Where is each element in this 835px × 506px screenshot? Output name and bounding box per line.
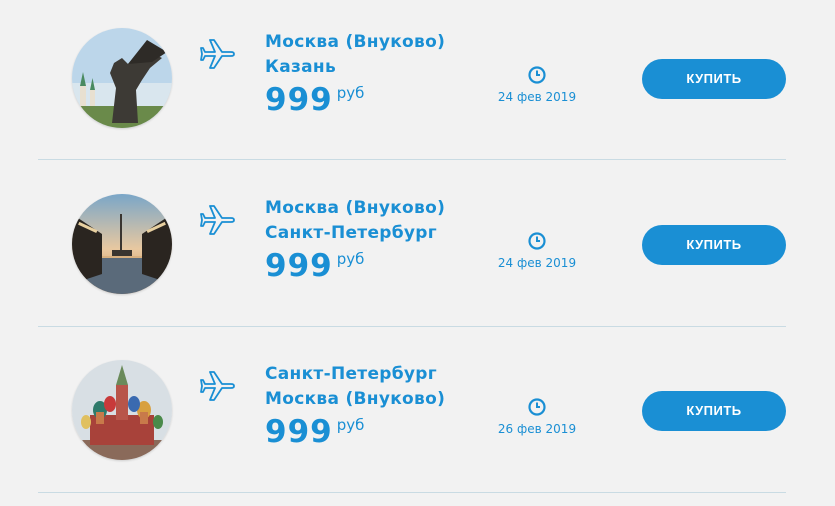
flight-date: 24 фев 2019 <box>497 90 577 104</box>
price-value: 999 <box>265 414 333 450</box>
route-to: Москва (Внуково) <box>265 389 446 409</box>
offer-row: Москва (Внуково) Санкт-Петербург 999 руб … <box>0 166 835 332</box>
buy-button[interactable]: КУПИТЬ <box>642 59 786 99</box>
offer-row: Санкт-Петербург Москва (Внуково) 999 руб … <box>0 332 835 498</box>
plane-icon <box>200 371 235 401</box>
buy-button[interactable]: КУПИТЬ <box>642 391 786 431</box>
route: Москва (Внуково) Санкт-Петербург <box>265 196 445 246</box>
kazan-zilant-photo <box>72 28 172 128</box>
clock-icon <box>528 232 546 250</box>
price-value: 999 <box>265 248 333 284</box>
route-from: Санкт-Петербург <box>265 364 437 384</box>
flight-date: 24 фев 2019 <box>497 256 577 270</box>
price: 999 руб <box>265 82 364 118</box>
divider <box>38 159 786 160</box>
price-currency: руб <box>336 84 365 102</box>
price-currency: руб <box>336 416 365 434</box>
plane-icon <box>200 39 235 69</box>
offer-row: Москва (Внуково) Казань 999 руб 24 фев 20… <box>0 0 835 166</box>
price: 999 руб <box>265 414 364 450</box>
flight-date: 26 фев 2019 <box>497 422 577 436</box>
clock-icon <box>528 66 546 84</box>
moscow-st-basil-photo <box>72 360 172 460</box>
route: Москва (Внуково) Казань <box>265 30 445 80</box>
route: Санкт-Петербург Москва (Внуково) <box>265 362 445 412</box>
clock-icon <box>528 398 546 416</box>
divider <box>38 326 786 327</box>
route-from: Москва (Внуково) <box>265 198 446 218</box>
route-to: Казань <box>265 57 337 77</box>
price-currency: руб <box>336 250 365 268</box>
route-from: Москва (Внуково) <box>265 32 446 52</box>
route-to: Санкт-Петербург <box>265 223 437 243</box>
price-value: 999 <box>265 82 333 118</box>
buy-button[interactable]: КУПИТЬ <box>642 225 786 265</box>
divider <box>38 492 786 493</box>
price: 999 руб <box>265 248 364 284</box>
saint-petersburg-bridge-photo <box>72 194 172 294</box>
plane-icon <box>200 205 235 235</box>
